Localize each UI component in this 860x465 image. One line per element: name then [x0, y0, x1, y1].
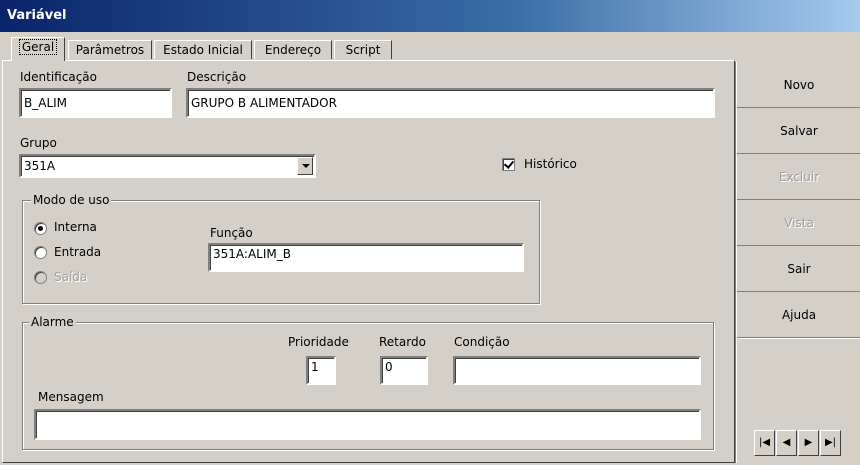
tab-endereco[interactable]: Endereço — [254, 40, 332, 59]
first-record-icon: |◀ — [758, 437, 771, 448]
tab-geral[interactable]: Geral — [11, 37, 65, 61]
radio-saida — [34, 271, 47, 284]
radio-interna-label: Interna — [54, 220, 97, 234]
prev-record-button[interactable]: ◀ — [776, 430, 797, 456]
sair-button[interactable]: Sair — [737, 246, 860, 292]
descricao-label: Descrição — [187, 70, 247, 84]
funcao-label: Função — [210, 226, 253, 240]
condicao-input[interactable] — [453, 356, 701, 385]
salvar-button[interactable]: Salvar — [737, 108, 860, 154]
identificacao-input[interactable]: B_ALIM — [19, 88, 172, 118]
tab-strip: Geral Parâmetros Estado Inicial Endereço… — [0, 36, 735, 61]
prioridade-label: Prioridade — [288, 335, 349, 349]
identificacao-label: Identificação — [20, 70, 97, 84]
grupo-selected-value: 351A — [24, 159, 56, 173]
alarme-legend: Alarme — [29, 315, 76, 329]
ajuda-button[interactable]: Ajuda — [737, 292, 860, 338]
modo-de-uso-legend: Modo de uso — [31, 193, 112, 207]
mensagem-input[interactable] — [34, 409, 701, 440]
next-record-icon: ▶ — [804, 437, 813, 448]
radio-entrada[interactable] — [34, 246, 47, 259]
tab-script[interactable]: Script — [334, 40, 392, 59]
prioridade-input[interactable]: 1 — [306, 356, 336, 385]
funcao-input[interactable]: 351A:ALIM_B — [208, 243, 524, 272]
prev-record-icon: ◀ — [782, 437, 791, 448]
radio-interna[interactable] — [34, 222, 47, 235]
mensagem-label: Mensagem — [38, 390, 104, 404]
chevron-down-icon[interactable] — [297, 157, 313, 175]
retardo-label: Retardo — [379, 335, 426, 349]
retardo-input[interactable]: 0 — [380, 356, 428, 385]
action-sidebar: Novo Salvar Excluir Vista Sair Ajuda — [736, 62, 860, 463]
last-record-icon: ▶| — [824, 437, 837, 448]
window-titlebar[interactable]: Variável — [0, 0, 860, 32]
descricao-input[interactable]: GRUPO B ALIMENTADOR — [186, 88, 715, 118]
historico-checkbox[interactable] — [502, 158, 515, 171]
novo-button[interactable]: Novo — [737, 62, 860, 108]
excluir-button: Excluir — [737, 154, 860, 200]
radio-saida-label: Saída — [54, 270, 88, 284]
radio-entrada-label: Entrada — [54, 245, 102, 259]
tab-estado-inicial[interactable]: Estado Inicial — [154, 40, 252, 59]
condicao-label: Condição — [454, 335, 510, 349]
window-title: Variável — [7, 8, 67, 23]
first-record-button[interactable]: |◀ — [754, 430, 775, 456]
vista-button: Vista — [737, 200, 860, 246]
grupo-label: Grupo — [20, 136, 57, 150]
grupo-select[interactable]: 351A — [19, 154, 316, 178]
tab-parametros[interactable]: Parâmetros — [68, 40, 152, 59]
last-record-button[interactable]: ▶| — [820, 430, 841, 456]
historico-label: Histórico — [524, 157, 577, 171]
next-record-button[interactable]: ▶ — [798, 430, 819, 456]
